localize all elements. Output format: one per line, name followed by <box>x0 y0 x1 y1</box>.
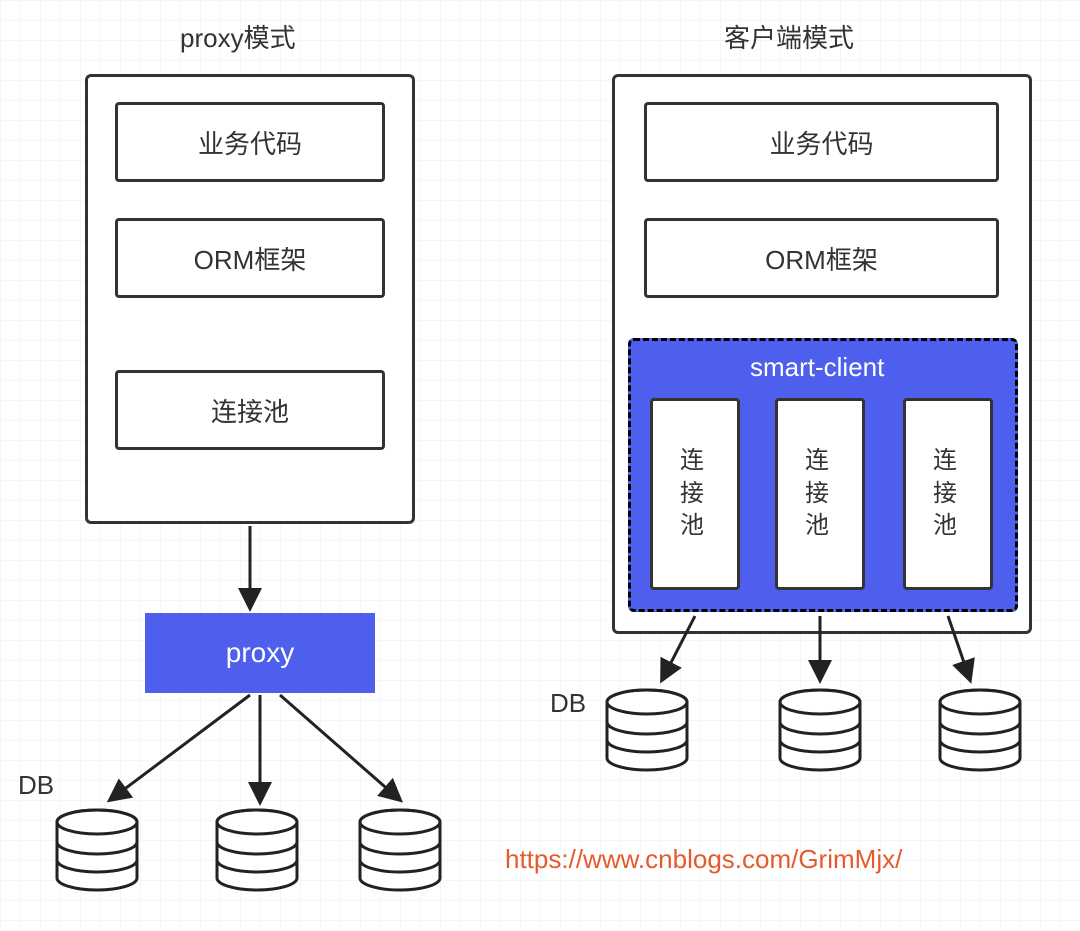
right-db-label: DB <box>550 688 586 719</box>
db-cylinder-icon <box>57 810 137 890</box>
db-cylinder-icon <box>940 690 1020 770</box>
left-box-business: 业务代码 <box>115 102 385 182</box>
left-title: proxy模式 <box>180 18 296 55</box>
left-box-orm: ORM框架 <box>115 218 385 298</box>
left-box-pool: 连接池 <box>115 370 385 450</box>
db-cylinder-icon <box>217 810 297 890</box>
right-box-orm: ORM框架 <box>644 218 999 298</box>
db-cylinder-icon <box>780 690 860 770</box>
smart-client-label: smart-client <box>750 352 884 383</box>
pool-text-0: 连接池 <box>680 445 710 542</box>
left-db-label: DB <box>18 770 54 801</box>
arrow-proxy-to-db0 <box>110 695 250 800</box>
right-box-business: 业务代码 <box>644 102 999 182</box>
db-cylinder-icon <box>360 810 440 890</box>
right-title: 客户端模式 <box>724 18 854 55</box>
diagram-stage: proxy模式 客户端模式 业务代码 ORM框架 连接池 proxy DB 业务… <box>0 0 1080 931</box>
arrow-proxy-to-db2 <box>280 695 400 800</box>
db-cylinder-icon <box>607 690 687 770</box>
pool-box-1: 连接池 <box>775 398 865 590</box>
pool-box-2: 连接池 <box>903 398 993 590</box>
pool-text-2: 连接池 <box>933 445 963 542</box>
credit-link[interactable]: https://www.cnblogs.com/GrimMjx/ <box>505 844 902 875</box>
proxy-node: proxy <box>145 613 375 693</box>
pool-box-0: 连接池 <box>650 398 740 590</box>
pool-text-1: 连接池 <box>805 445 835 542</box>
